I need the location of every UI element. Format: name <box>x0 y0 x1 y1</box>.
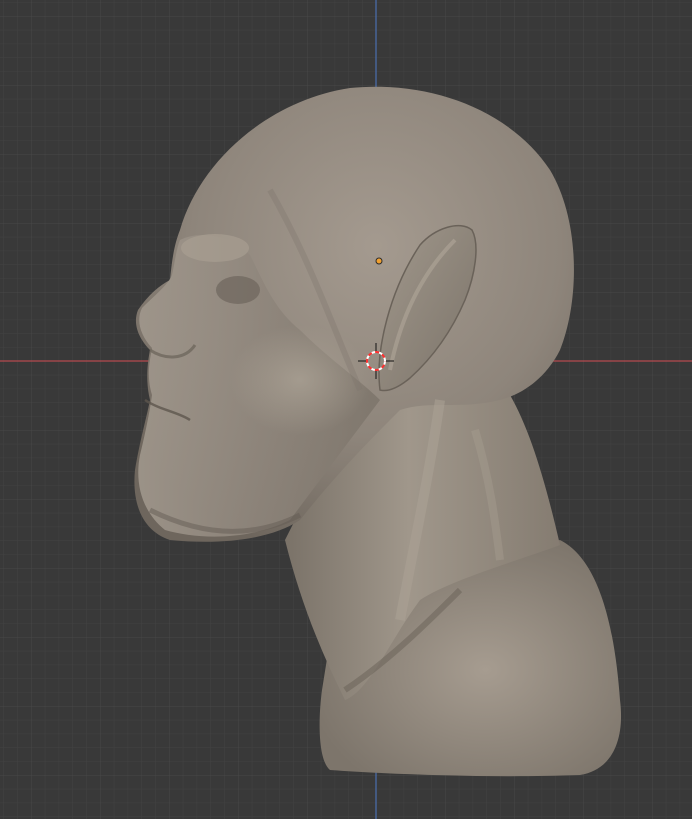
eye-socket <box>216 276 260 304</box>
brow-highlight <box>181 234 249 262</box>
cheek-highlight <box>230 325 370 435</box>
object-origin <box>375 257 383 265</box>
3d-viewport[interactable] <box>0 0 692 819</box>
